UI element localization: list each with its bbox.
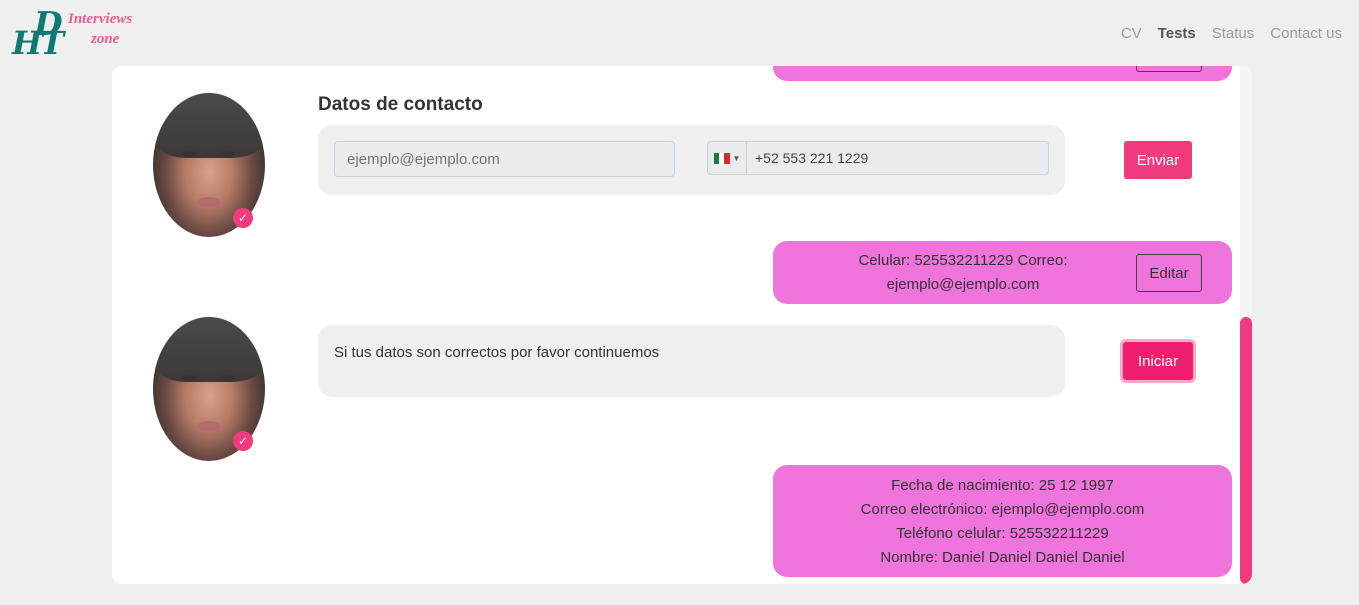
previous-edit-button[interactable]	[1136, 66, 1202, 72]
summary-email: Correo electrónico: ejemplo@ejemplo.com	[860, 501, 1145, 518]
summary-lines: Fecha de nacimiento: 25 12 1997 Correo e…	[773, 465, 1232, 570]
summary-birthdate: Fecha de nacimiento: 25 12 1997	[891, 477, 1114, 494]
logo-word-zone: zone	[91, 31, 120, 47]
contact-form-bubble: ▼	[318, 125, 1065, 195]
contact-reply-bubble: Celular: 525532211229 Correo: ejemplo@ej…	[773, 241, 1232, 304]
avatar-lips	[197, 197, 221, 207]
edit-button[interactable]: Editar	[1136, 254, 1202, 292]
nav-contact-us[interactable]: Contact us	[1270, 25, 1342, 42]
summary-bubble: Fecha de nacimiento: 25 12 1997 Correo e…	[773, 465, 1232, 577]
summary-phone: Teléfono celular: 525532211229	[896, 525, 1109, 542]
avatar-eye	[181, 375, 197, 381]
logo[interactable]: D HT Interviews zone	[12, 4, 162, 62]
avatar-hair	[153, 93, 265, 158]
start-button[interactable]: Iniciar	[1123, 342, 1193, 380]
logo-letters-ht: HT	[12, 24, 64, 62]
avatar-eye	[181, 151, 197, 157]
logo-word-interviews: Interviews	[68, 11, 133, 27]
country-selector[interactable]: ▼	[708, 142, 747, 174]
contact-reply-text: Celular: 525532211229 Correo: ejemplo@ej…	[858, 252, 1068, 293]
phone-field-group: ▼	[707, 141, 1049, 175]
scrollbar-thumb[interactable]	[1240, 317, 1252, 584]
nav-tests[interactable]: Tests	[1158, 25, 1196, 42]
top-nav: CV Tests Status Contact us	[1105, 25, 1342, 42]
phone-field[interactable]	[747, 142, 1048, 174]
nav-status[interactable]: Status	[1212, 25, 1255, 42]
avatar-lips	[197, 421, 221, 431]
chevron-down-icon: ▼	[732, 153, 741, 163]
avatar-eye	[219, 151, 235, 157]
send-button[interactable]: Enviar	[1124, 141, 1192, 179]
summary-name: Nombre: Daniel Daniel Daniel Daniel	[880, 549, 1125, 566]
verified-check-icon: ✓	[233, 431, 253, 451]
avatar-eye	[219, 375, 235, 381]
verified-check-icon: ✓	[233, 208, 253, 228]
avatar-hair	[153, 317, 265, 382]
mexico-flag-icon	[713, 152, 730, 164]
previous-reply-bubble	[773, 66, 1232, 81]
confirm-message-bubble: Si tus datos son correctos por favor con…	[318, 325, 1065, 397]
email-field[interactable]	[334, 141, 675, 177]
contact-form-title: Datos de contacto	[318, 94, 483, 115]
chat-card: ✓ Datos de contacto ▼ Enviar Celular: 52…	[112, 66, 1252, 584]
nav-cv[interactable]: CV	[1121, 25, 1142, 42]
confirm-message-text: Si tus datos son correctos por favor con…	[334, 344, 660, 361]
